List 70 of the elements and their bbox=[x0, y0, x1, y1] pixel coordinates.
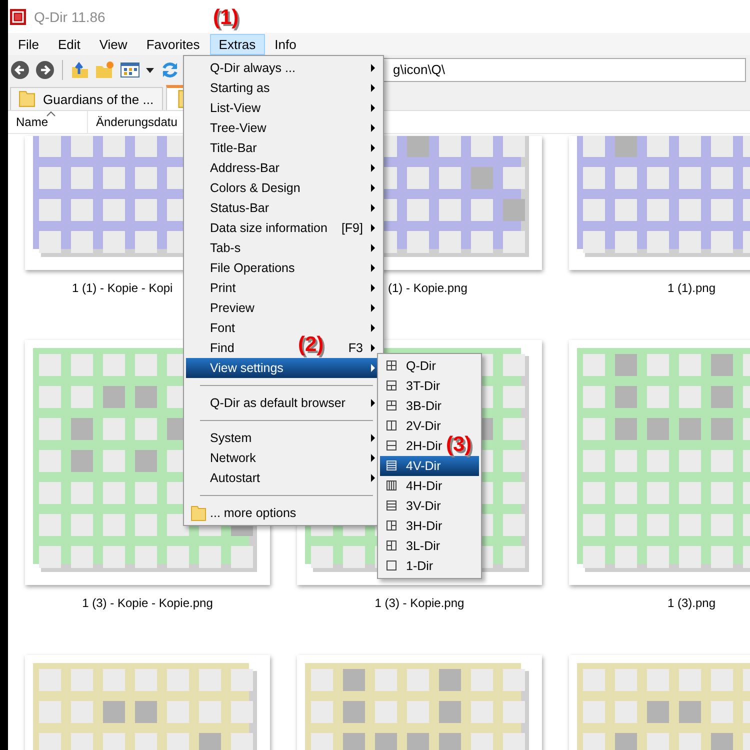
layout-icon bbox=[386, 500, 397, 511]
folder-icon bbox=[19, 90, 35, 108]
menu-item[interactable]: 3V-Dir bbox=[406, 499, 441, 513]
menu-item[interactable]: Network bbox=[210, 451, 256, 465]
menu-item[interactable]: 3L-Dir bbox=[406, 539, 440, 553]
tab[interactable]: Guardians of the ... bbox=[10, 87, 163, 110]
annotation-label: (3) bbox=[446, 433, 472, 457]
layout-icon bbox=[386, 540, 397, 551]
menu-bar-item[interactable]: File bbox=[9, 34, 48, 54]
menu-item[interactable]: 2V-Dir bbox=[406, 419, 441, 433]
menu-item[interactable]: Q-Dir as default browser bbox=[210, 396, 346, 410]
menu-item[interactable]: 3B-Dir bbox=[406, 399, 442, 413]
file-name: (1) - Kopie.png bbox=[387, 281, 468, 297]
layout-icon bbox=[386, 380, 397, 391]
menu-item[interactable]: Font bbox=[210, 321, 236, 335]
view-icon[interactable] bbox=[120, 60, 140, 80]
menu-bar-item[interactable]: Info bbox=[266, 34, 306, 54]
window-title: Q-Dir 11.86 bbox=[34, 8, 106, 24]
menu-item[interactable]: Q-Dir always ... bbox=[210, 61, 296, 75]
menu-item[interactable]: List-View bbox=[210, 101, 260, 115]
menu-item[interactable]: ... more options bbox=[210, 506, 296, 520]
menu-item[interactable]: 3H-Dir bbox=[406, 519, 442, 533]
file-name: 1 (3) - Kopie - Kopie.png bbox=[82, 596, 213, 612]
menu-item[interactable]: Starting as bbox=[210, 81, 270, 95]
file-name: 1 (3).png bbox=[667, 596, 716, 612]
menu-item[interactable]: File Operations bbox=[210, 261, 295, 275]
menu-item[interactable]: 1-Dir bbox=[406, 559, 434, 573]
menu-item[interactable]: Tree-View bbox=[210, 121, 266, 135]
menu-item[interactable]: Title-Bar bbox=[210, 141, 257, 155]
menu-item[interactable]: Colors & Design bbox=[210, 181, 300, 195]
menu-item[interactable]: Status-Bar bbox=[210, 201, 270, 215]
layout-icon bbox=[386, 520, 397, 531]
layout-icon bbox=[386, 560, 397, 571]
menu-item[interactable]: Preview bbox=[210, 301, 254, 315]
layout-icon bbox=[386, 440, 397, 451]
file-name: 1 (3) - Kopie.png bbox=[374, 596, 464, 612]
menu-item[interactable]: 4H-Dir bbox=[406, 479, 442, 493]
menu-item[interactable]: Data size information bbox=[210, 221, 328, 235]
shortcut-label: [F9] bbox=[341, 221, 363, 235]
menu-bar-item[interactable]: View bbox=[90, 34, 136, 54]
menu-bar-item[interactable]: Edit bbox=[48, 34, 90, 54]
menu-item[interactable]: Find bbox=[210, 341, 234, 355]
column-header[interactable]: Änderungsdatu bbox=[88, 111, 178, 133]
refresh-icon[interactable] bbox=[160, 60, 180, 80]
menu-bar-item[interactable]: Favorites bbox=[137, 34, 209, 54]
menu-item[interactable]: Print bbox=[210, 281, 236, 295]
menu-item[interactable]: Address-Bar bbox=[210, 161, 280, 175]
menu-item[interactable]: System bbox=[210, 431, 252, 445]
column-header[interactable]: Name bbox=[8, 111, 88, 133]
menu-bar-item[interactable]: Extras bbox=[210, 34, 265, 54]
layout-icon bbox=[386, 460, 397, 471]
back-icon[interactable] bbox=[10, 60, 30, 80]
annotation-label: (2) bbox=[298, 333, 324, 357]
menu-item[interactable]: 4V-Dir bbox=[380, 456, 479, 476]
menu-item[interactable]: Autostart bbox=[210, 471, 260, 485]
file-name: 1 (1).png bbox=[667, 281, 716, 297]
file-name: 1 (1) - Kopie - Kopi bbox=[71, 281, 173, 297]
layout-icon bbox=[386, 360, 397, 371]
layout-icon bbox=[386, 480, 397, 491]
menu-item[interactable]: Tab-s bbox=[210, 241, 241, 255]
menu-item[interactable]: 2H-Dir bbox=[406, 439, 442, 453]
layout-icon bbox=[386, 420, 397, 431]
layout-icon bbox=[386, 400, 397, 411]
folder-icon bbox=[191, 506, 206, 521]
folder-up-icon[interactable] bbox=[70, 60, 90, 80]
menu-item[interactable]: 3T-Dir bbox=[406, 379, 440, 393]
forward-icon[interactable] bbox=[35, 60, 55, 80]
menu-item[interactable]: Q-Dir bbox=[406, 359, 436, 373]
shortcut-label: F3 bbox=[348, 341, 363, 355]
annotation-label: (1) bbox=[213, 6, 239, 30]
